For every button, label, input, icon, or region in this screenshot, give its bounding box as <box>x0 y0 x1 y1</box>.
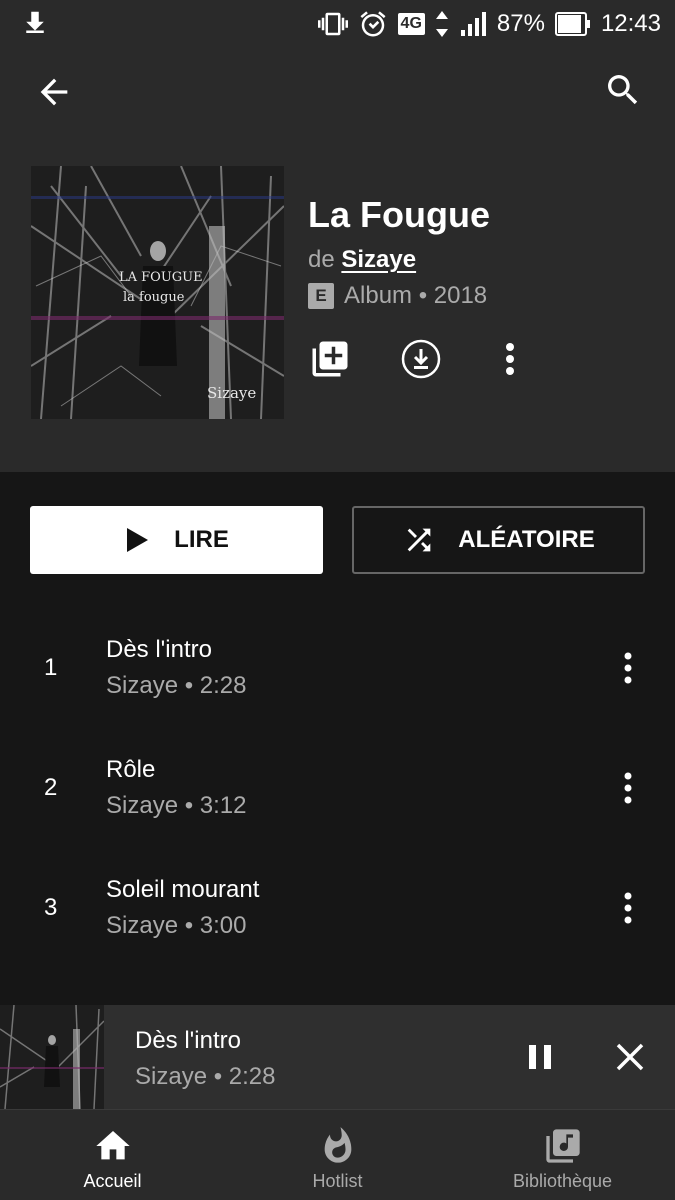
album-cover-art: LA FOUGUE la fougue Sizaye <box>31 166 284 419</box>
svg-text:la fougue: la fougue <box>123 290 185 305</box>
data-arrows-icon <box>435 11 448 37</box>
now-playing-subtitle: Sizaye • 2:28 <box>135 1063 276 1090</box>
battery-percent: 87% <box>496 10 545 37</box>
bottom-navigation: Accueil Hotlist Bibliothèque <box>0 1109 675 1200</box>
more-options-icon[interactable] <box>496 338 524 380</box>
status-icons: 4G 87% 12:43 <box>317 0 661 48</box>
clock: 12:43 <box>600 10 661 37</box>
add-to-library-icon[interactable] <box>309 338 351 380</box>
library-music-icon <box>545 1129 580 1163</box>
album-header: LA FOUGUE la fougue Sizaye La Fougue de … <box>0 48 675 472</box>
mini-player-cover <box>0 1005 104 1109</box>
artist-link[interactable]: Sizaye <box>341 246 416 273</box>
album-cover: LA FOUGUE la fougue Sizaye <box>31 166 284 419</box>
track-more-icon[interactable] <box>614 886 642 930</box>
track-subtitle: Sizaye • 2:28 <box>106 672 247 699</box>
play-label: LIRE <box>174 526 229 553</box>
track-more-icon[interactable] <box>614 646 642 690</box>
album-title: La Fougue <box>308 194 490 235</box>
nav-label: Bibliothèque <box>512 1171 613 1191</box>
now-playing-title: Dès l'intro <box>135 1027 241 1054</box>
nav-home[interactable]: Accueil <box>0 1110 225 1200</box>
track-row[interactable]: 3 Soleil mourant Sizaye • 3:00 <box>0 848 675 968</box>
pause-icon[interactable] <box>518 1035 562 1079</box>
album-type-year: Album • 2018 <box>344 282 488 309</box>
nav-hotlist[interactable]: Hotlist <box>225 1110 450 1200</box>
track-number: 2 <box>44 774 58 801</box>
download-notification-icon <box>26 11 44 33</box>
track-row[interactable]: 2 Rôle Sizaye • 3:12 <box>0 728 675 848</box>
back-arrow-icon[interactable] <box>34 72 74 112</box>
home-icon <box>95 1131 130 1160</box>
track-more-icon[interactable] <box>614 766 642 810</box>
shuffle-button[interactable]: ALÉATOIRE <box>352 506 645 574</box>
nav-label: Accueil <box>83 1171 142 1191</box>
explicit-badge: E <box>308 283 334 309</box>
flame-icon <box>324 1127 351 1163</box>
nav-library[interactable]: Bibliothèque <box>450 1110 675 1200</box>
nav-label: Hotlist <box>312 1171 363 1191</box>
alarm-icon <box>360 11 386 37</box>
download-icon[interactable] <box>400 338 442 380</box>
shuffle-label: ALÉATOIRE <box>458 526 595 553</box>
album-meta: E Album • 2018 <box>308 282 487 310</box>
album-artist-line: de Sizaye <box>308 246 416 274</box>
track-title: Soleil mourant <box>106 876 260 903</box>
track-row[interactable]: 1 Dès l'intro Sizaye • 2:28 <box>0 608 675 728</box>
shuffle-icon <box>407 528 431 552</box>
mini-cover-art <box>0 1005 104 1109</box>
signal-icon <box>460 12 486 36</box>
network-type-badge: 4G <box>397 13 425 35</box>
search-icon[interactable] <box>603 70 643 110</box>
track-subtitle: Sizaye • 3:00 <box>106 912 247 939</box>
close-icon[interactable] <box>608 1035 652 1079</box>
svg-text:Sizaye: Sizaye <box>207 384 256 402</box>
play-button[interactable]: LIRE <box>30 506 323 574</box>
track-title: Dès l'intro <box>106 636 212 663</box>
track-number: 3 <box>44 894 58 921</box>
vibrate-icon <box>317 12 348 36</box>
track-number: 1 <box>44 654 58 681</box>
battery-icon <box>554 12 590 36</box>
track-subtitle: Sizaye • 3:12 <box>106 792 247 819</box>
mini-player[interactable]: Dès l'intro Sizaye • 2:28 <box>0 1005 675 1109</box>
svg-text:LA FOUGUE: LA FOUGUE <box>119 270 203 285</box>
track-title: Rôle <box>106 756 156 783</box>
status-bar: 4G 87% 12:43 <box>0 0 675 48</box>
play-icon <box>127 528 149 552</box>
by-prefix: de <box>308 246 335 273</box>
